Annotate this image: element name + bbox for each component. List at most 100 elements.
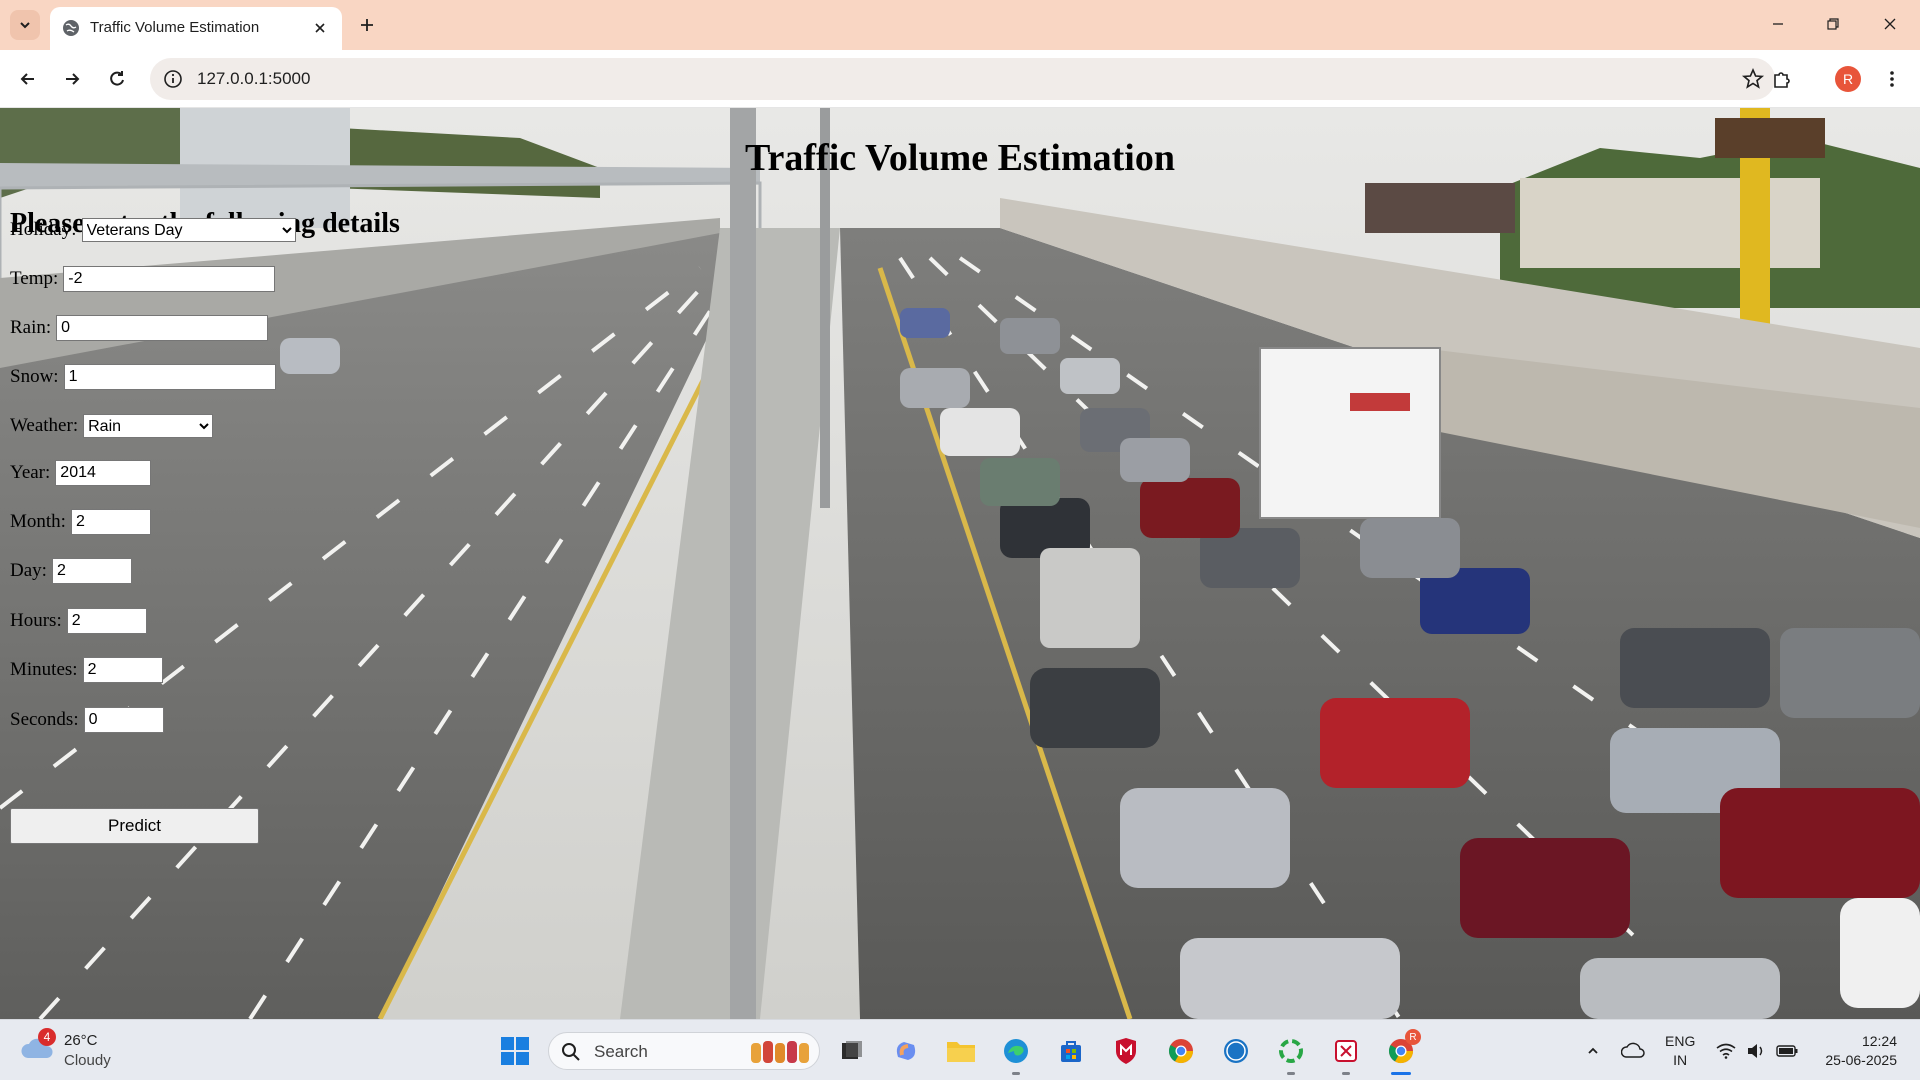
- battery-icon: [1776, 1045, 1798, 1057]
- chrome-profile-badge: R: [1405, 1029, 1421, 1045]
- tab-title: Traffic Volume Estimation: [90, 19, 260, 36]
- chrome-icon: [1168, 1039, 1193, 1064]
- close-window-button[interactable]: [1870, 8, 1910, 40]
- temp-input[interactable]: [63, 266, 276, 292]
- task-view-icon: [842, 1041, 862, 1059]
- hours-input[interactable]: [66, 608, 147, 634]
- arrow-right-icon: [66, 73, 80, 85]
- task-view-app[interactable]: [834, 1033, 870, 1069]
- extensions-button[interactable]: [1766, 63, 1798, 95]
- restore-icon: [1827, 18, 1839, 30]
- hours-label: Hours:: [10, 610, 62, 631]
- hours-field: Hours:: [10, 608, 147, 634]
- back-button[interactable]: [12, 63, 44, 95]
- restore-button[interactable]: [1813, 8, 1853, 40]
- rain-field: Rain:: [10, 315, 269, 341]
- minutes-label: Minutes:: [10, 659, 78, 680]
- browser-menu-button[interactable]: [1876, 63, 1908, 95]
- day-input[interactable]: [51, 558, 132, 584]
- seconds-input[interactable]: [83, 707, 164, 733]
- snow-input[interactable]: [63, 364, 276, 390]
- close-icon: [315, 23, 325, 33]
- windows-start-icon[interactable]: [500, 1036, 530, 1066]
- new-tab-button[interactable]: [352, 10, 382, 40]
- input-language-indicator[interactable]: ENG IN: [1665, 1032, 1695, 1070]
- predict-button[interactable]: Predict: [10, 808, 259, 844]
- tab-search-button[interactable]: [10, 10, 40, 40]
- windows-taskbar: 4 26°C Cloudy Search R ENG IN 12:24 25-0…: [0, 1019, 1920, 1080]
- mcafee-app[interactable]: [1108, 1033, 1144, 1069]
- chevron-down-icon: [20, 22, 30, 29]
- weather-description: Cloudy: [64, 1052, 111, 1069]
- seconds-field: Seconds:: [10, 707, 164, 733]
- url-text[interactable]: 127.0.0.1:5000: [197, 69, 310, 89]
- browser-tab-strip: Traffic Volume Estimation: [0, 0, 1920, 50]
- dell-icon: [1224, 1039, 1248, 1063]
- taskbar-clock[interactable]: 12:24 25-06-2025: [1815, 1032, 1897, 1070]
- forward-button[interactable]: [56, 63, 88, 95]
- reload-icon: [110, 71, 124, 86]
- minimize-icon: [1773, 23, 1783, 25]
- minimize-button[interactable]: [1758, 8, 1798, 40]
- month-input[interactable]: [70, 509, 151, 535]
- browser-toolbar: 127.0.0.1:5000 R: [0, 50, 1920, 108]
- arrow-left-icon: [20, 73, 34, 85]
- region-code: IN: [1673, 1052, 1688, 1068]
- reload-button[interactable]: [101, 63, 133, 95]
- day-field: Day:: [10, 558, 132, 584]
- snipping-tool-app[interactable]: [1328, 1033, 1364, 1075]
- store-app[interactable]: [1053, 1033, 1089, 1069]
- edge-icon: [1004, 1039, 1028, 1063]
- dell-app[interactable]: [1218, 1033, 1254, 1069]
- file-explorer-app[interactable]: [943, 1033, 979, 1069]
- profile-avatar[interactable]: R: [1835, 66, 1861, 92]
- onedrive-button[interactable]: [1620, 1038, 1646, 1064]
- weather-field: Weather: Rain: [10, 414, 214, 438]
- taskbar-search-box[interactable]: Search: [548, 1032, 820, 1070]
- temp-field: Temp:: [10, 266, 276, 292]
- globe-icon: [63, 20, 79, 36]
- loading-app[interactable]: [1273, 1033, 1309, 1075]
- snow-field: Snow:: [10, 364, 276, 390]
- weather-temperature: 26°C: [64, 1032, 98, 1049]
- store-icon: [1061, 1041, 1081, 1062]
- wifi-icon: [1716, 1043, 1736, 1059]
- tray-overflow-button[interactable]: [1583, 1038, 1603, 1064]
- highway-background-image: [0, 108, 1920, 1019]
- chrome-app[interactable]: [1163, 1033, 1199, 1069]
- close-icon: [1884, 18, 1896, 30]
- ring-icon: [1279, 1039, 1303, 1063]
- holiday-select[interactable]: Veterans Day: [81, 218, 296, 242]
- minutes-field: Minutes:: [10, 657, 163, 683]
- bookmark-star-icon[interactable]: [1741, 67, 1765, 91]
- year-label: Year:: [10, 462, 51, 483]
- puzzle-icon: [1774, 72, 1790, 88]
- wifi-button[interactable]: [1715, 1038, 1737, 1064]
- day-label: Day:: [10, 560, 47, 581]
- chrome-profile-app[interactable]: R: [1383, 1029, 1421, 1075]
- scissors-icon: [1335, 1040, 1357, 1062]
- page-title: Traffic Volume Estimation: [745, 137, 1175, 179]
- tab-active[interactable]: Traffic Volume Estimation: [50, 7, 342, 50]
- clock-date: 25-06-2025: [1825, 1052, 1897, 1068]
- clock-time: 12:24: [1861, 1033, 1897, 1049]
- search-highlight-icon: [751, 1041, 809, 1063]
- copilot-app[interactable]: [888, 1033, 924, 1069]
- info-icon[interactable]: [162, 68, 184, 90]
- more-vert-icon: [1890, 71, 1894, 87]
- weather-widget[interactable]: 4 26°C Cloudy: [20, 1028, 140, 1074]
- language-code: ENG: [1665, 1033, 1696, 1049]
- holiday-field: Holiday: Veterans Day: [10, 218, 296, 242]
- year-input[interactable]: [55, 460, 152, 486]
- volume-button[interactable]: [1745, 1038, 1767, 1064]
- address-bar[interactable]: 127.0.0.1:5000: [150, 58, 1775, 100]
- edge-app[interactable]: [998, 1033, 1034, 1075]
- cloud-sync-icon: [1621, 1042, 1645, 1058]
- minutes-input[interactable]: [82, 657, 163, 683]
- battery-button[interactable]: [1775, 1038, 1799, 1064]
- rain-input[interactable]: [56, 315, 269, 341]
- copilot-icon: [896, 1042, 916, 1060]
- weather-label: Weather:: [10, 415, 79, 436]
- tab-close-button[interactable]: [308, 16, 332, 40]
- weather-select[interactable]: Rain: [83, 414, 214, 438]
